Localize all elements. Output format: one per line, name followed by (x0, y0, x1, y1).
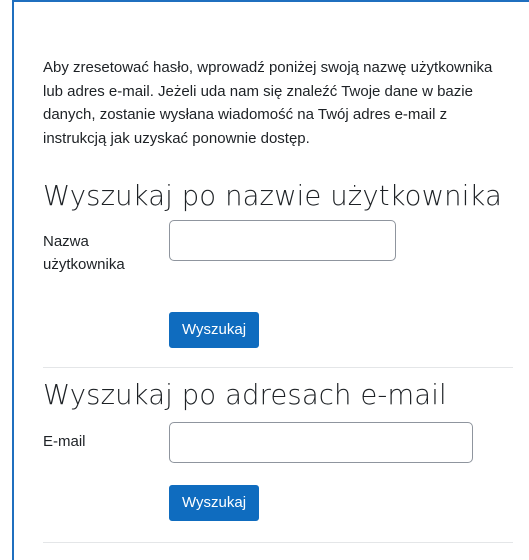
username-section-title: Wyszukaj po nazwie użytkownika (43, 180, 502, 212)
username-field-label: Nazwa użytkownika (43, 233, 125, 273)
email-input[interactable] (169, 422, 473, 463)
section-divider (43, 367, 513, 368)
search-by-email-button[interactable]: Wyszukaj (169, 485, 260, 521)
email-field-label: E-mail (43, 433, 86, 450)
forgot-password-form: Aby zresetować hasło, wprowadź poniżej s… (43, 56, 513, 543)
username-input[interactable] (169, 220, 396, 261)
email-section-title: Wyszukaj po adresach e-mail (43, 379, 447, 411)
section-divider (43, 542, 513, 543)
search-by-username-button[interactable]: Wyszukaj (169, 312, 260, 348)
intro-text: Aby zresetować hasło, wprowadź poniżej s… (43, 59, 493, 147)
